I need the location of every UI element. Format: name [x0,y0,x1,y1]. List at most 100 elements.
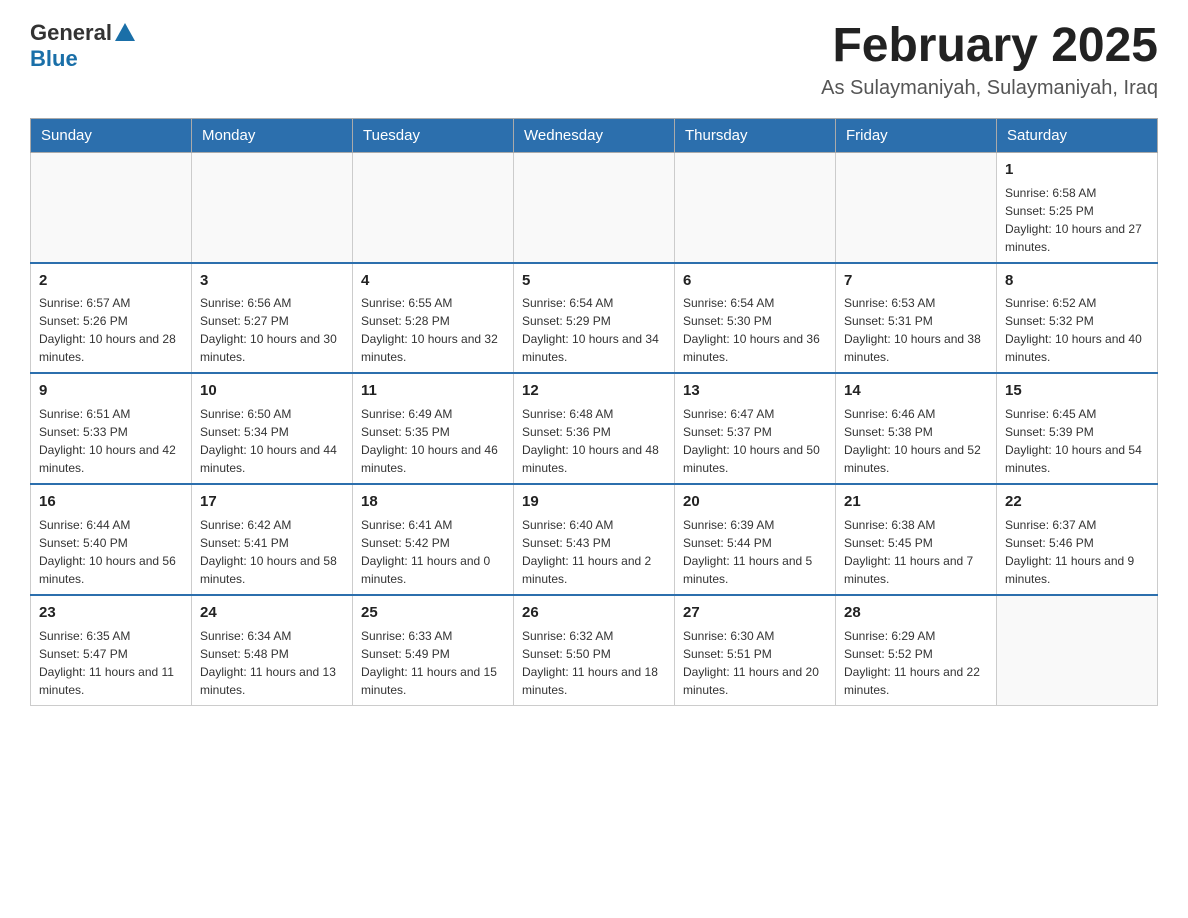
calendar-cell: 21 Sunrise: 6:38 AMSunset: 5:45 PMDayligh… [836,484,997,595]
day-info: Sunrise: 6:47 AMSunset: 5:37 PMDaylight:… [683,405,827,477]
title-section: February 2025 As Sulaymaniyah, Sulaymani… [821,20,1158,100]
calendar-cell: 19 Sunrise: 6:40 AMSunset: 5:43 PMDayligh… [514,484,675,595]
calendar-cell [836,152,997,262]
calendar-cell: 22Sunrise: 6:37 AMSunset: 5:46 PMDayligh… [997,484,1158,595]
calendar-cell: 15 Sunrise: 6:45 AMSunset: 5:39 PMDayligh… [997,373,1158,484]
calendar-cell: 25 Sunrise: 6:33 AMSunset: 5:49 PMDayligh… [353,595,514,705]
location-title: As Sulaymaniyah, Sulaymaniyah, Iraq [821,77,1158,100]
day-number: 3 [200,270,344,292]
calendar-cell: 24 Sunrise: 6:34 AMSunset: 5:48 PMDayligh… [192,595,353,705]
day-number: 1 [1005,159,1149,181]
calendar-cell: 12Sunrise: 6:48 AMSunset: 5:36 PMDayligh… [514,373,675,484]
calendar-cell: 7Sunrise: 6:53 AMSunset: 5:31 PMDaylight… [836,263,997,374]
calendar-cell: 28 Sunrise: 6:29 AMSunset: 5:52 PMDayligh… [836,595,997,705]
page-header: General Blue February 2025 As Sulaymaniy… [30,20,1158,100]
day-info: Sunrise: 6:38 AMSunset: 5:45 PMDaylight:… [844,516,988,588]
calendar-cell [997,595,1158,705]
day-info: Sunrise: 6:45 AMSunset: 5:39 PMDaylight:… [1005,405,1149,477]
calendar-cell: 23 Sunrise: 6:35 AMSunset: 5:47 PMDayligh… [31,595,192,705]
day-info: Sunrise: 6:58 AMSunset: 5:25 PMDaylight:… [1005,184,1149,256]
day-number: 2 [39,270,183,292]
calendar-week-4: 16 Sunrise: 6:44 AMSunset: 5:40 PMDayligh… [31,484,1158,595]
calendar-cell: 20 Sunrise: 6:39 AMSunset: 5:44 PMDayligh… [675,484,836,595]
day-info: Sunrise: 6:52 AMSunset: 5:32 PMDaylight:… [1005,294,1149,366]
day-number: 25 [361,602,505,624]
day-info: Sunrise: 6:54 AMSunset: 5:29 PMDaylight:… [522,294,666,366]
calendar-cell: 9 Sunrise: 6:51 AMSunset: 5:33 PMDaylight… [31,373,192,484]
day-info: Sunrise: 6:37 AMSunset: 5:46 PMDaylight:… [1005,516,1149,588]
day-number: 7 [844,270,988,292]
day-number: 6 [683,270,827,292]
weekday-header-wednesday: Wednesday [514,118,675,152]
day-number: 4 [361,270,505,292]
day-number: 26 [522,602,666,624]
calendar-cell: 16 Sunrise: 6:44 AMSunset: 5:40 PMDayligh… [31,484,192,595]
day-info: Sunrise: 6:42 AMSunset: 5:41 PMDaylight:… [200,516,344,588]
day-info: Sunrise: 6:39 AMSunset: 5:44 PMDaylight:… [683,516,827,588]
calendar-cell: 6Sunrise: 6:54 AMSunset: 5:30 PMDaylight… [675,263,836,374]
day-number: 28 [844,602,988,624]
calendar-cell: 26 Sunrise: 6:32 AMSunset: 5:50 PMDayligh… [514,595,675,705]
day-info: Sunrise: 6:51 AMSunset: 5:33 PMDaylight:… [39,405,183,477]
calendar-table: SundayMondayTuesdayWednesdayThursdayFrid… [30,118,1158,706]
day-info: Sunrise: 6:34 AMSunset: 5:48 PMDaylight:… [200,627,344,699]
calendar-week-3: 9 Sunrise: 6:51 AMSunset: 5:33 PMDaylight… [31,373,1158,484]
day-number: 5 [522,270,666,292]
day-info: Sunrise: 6:40 AMSunset: 5:43 PMDaylight:… [522,516,666,588]
day-number: 14 [844,380,988,402]
day-info: Sunrise: 6:44 AMSunset: 5:40 PMDaylight:… [39,516,183,588]
day-info: Sunrise: 6:33 AMSunset: 5:49 PMDaylight:… [361,627,505,699]
day-number: 16 [39,491,183,513]
calendar-cell [514,152,675,262]
logo: General Blue [30,20,135,72]
weekday-header-thursday: Thursday [675,118,836,152]
day-number: 15 [1005,380,1149,402]
day-number: 20 [683,491,827,513]
calendar-cell [31,152,192,262]
day-info: Sunrise: 6:50 AMSunset: 5:34 PMDaylight:… [200,405,344,477]
calendar-cell: 10 Sunrise: 6:50 AMSunset: 5:34 PMDayligh… [192,373,353,484]
day-info: Sunrise: 6:41 AMSunset: 5:42 PMDaylight:… [361,516,505,588]
day-number: 9 [39,380,183,402]
day-number: 12 [522,380,666,402]
day-info: Sunrise: 6:32 AMSunset: 5:50 PMDaylight:… [522,627,666,699]
calendar-cell: 8Sunrise: 6:52 AMSunset: 5:32 PMDaylight… [997,263,1158,374]
calendar-cell: 18 Sunrise: 6:41 AMSunset: 5:42 PMDayligh… [353,484,514,595]
weekday-header-friday: Friday [836,118,997,152]
logo-general-text: General [30,20,112,46]
day-number: 21 [844,491,988,513]
calendar-cell: 27 Sunrise: 6:30 AMSunset: 5:51 PMDayligh… [675,595,836,705]
calendar-week-5: 23 Sunrise: 6:35 AMSunset: 5:47 PMDayligh… [31,595,1158,705]
day-info: Sunrise: 6:54 AMSunset: 5:30 PMDaylight:… [683,294,827,366]
day-number: 8 [1005,270,1149,292]
day-info: Sunrise: 6:29 AMSunset: 5:52 PMDaylight:… [844,627,988,699]
calendar-cell: 17 Sunrise: 6:42 AMSunset: 5:41 PMDayligh… [192,484,353,595]
day-number: 18 [361,491,505,513]
day-info: Sunrise: 6:56 AMSunset: 5:27 PMDaylight:… [200,294,344,366]
calendar-cell [353,152,514,262]
logo-blue-text: Blue [30,46,78,72]
calendar-week-2: 2Sunrise: 6:57 AMSunset: 5:26 PMDaylight… [31,263,1158,374]
weekday-header-monday: Monday [192,118,353,152]
calendar-cell: 1 Sunrise: 6:58 AMSunset: 5:25 PMDaylight… [997,152,1158,262]
day-number: 11 [361,380,505,402]
day-number: 13 [683,380,827,402]
day-info: Sunrise: 6:35 AMSunset: 5:47 PMDaylight:… [39,627,183,699]
calendar-week-1: 1 Sunrise: 6:58 AMSunset: 5:25 PMDaylight… [31,152,1158,262]
day-info: Sunrise: 6:30 AMSunset: 5:51 PMDaylight:… [683,627,827,699]
day-number: 24 [200,602,344,624]
calendar-cell: 4Sunrise: 6:55 AMSunset: 5:28 PMDaylight… [353,263,514,374]
calendar-cell: 11Sunrise: 6:49 AMSunset: 5:35 PMDayligh… [353,373,514,484]
day-info: Sunrise: 6:57 AMSunset: 5:26 PMDaylight:… [39,294,183,366]
calendar-cell: 3Sunrise: 6:56 AMSunset: 5:27 PMDaylight… [192,263,353,374]
day-number: 27 [683,602,827,624]
weekday-header-tuesday: Tuesday [353,118,514,152]
calendar-cell: 14Sunrise: 6:46 AMSunset: 5:38 PMDayligh… [836,373,997,484]
day-number: 10 [200,380,344,402]
day-number: 19 [522,491,666,513]
weekday-header-row: SundayMondayTuesdayWednesdayThursdayFrid… [31,118,1158,152]
day-number: 23 [39,602,183,624]
day-number: 17 [200,491,344,513]
logo-triangle-icon [115,23,135,41]
weekday-header-saturday: Saturday [997,118,1158,152]
